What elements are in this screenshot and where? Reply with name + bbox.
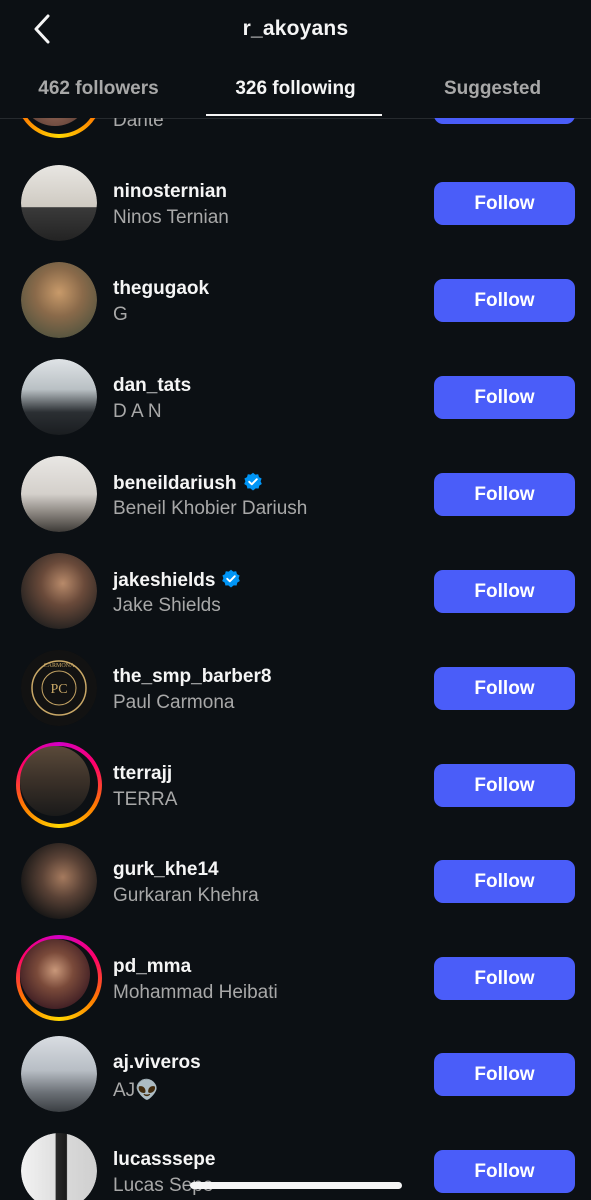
svg-text:CARMONA: CARMONA	[44, 663, 75, 669]
username-row: beneildariush	[113, 472, 263, 495]
username[interactable]: thegugaok	[113, 278, 209, 300]
follow-button[interactable]: Follow	[434, 279, 575, 322]
follow-button[interactable]: Follow	[434, 1150, 575, 1193]
full-name: Dante	[113, 118, 164, 131]
avatar[interactable]	[16, 935, 102, 1021]
list-item[interactable]: PC CARMONA the_smp_barber8 Paul Carmona …	[0, 650, 591, 746]
username[interactable]: aj.viveros	[113, 1052, 201, 1074]
username[interactable]: dan_tats	[113, 375, 191, 397]
list-item[interactable]: thegugaok G Follow	[0, 262, 591, 358]
list-item[interactable]: beneildariush Beneil Khobier Dariush Fol…	[0, 456, 591, 552]
username[interactable]: gurk_khe14	[113, 859, 219, 881]
full-name: Beneil Khobier Dariush	[113, 498, 308, 519]
active-tab-indicator	[206, 114, 382, 116]
avatar[interactable]	[21, 843, 97, 919]
verified-badge-icon	[222, 569, 241, 588]
username[interactable]: the_smp_barber8	[113, 666, 271, 688]
follow-button[interactable]: Follow	[434, 667, 575, 710]
tab-followers[interactable]: 462 followers	[0, 66, 197, 114]
list-item[interactable]: Dante Follow	[0, 118, 591, 148]
top-bar: r_akoyans	[0, 0, 591, 60]
follow-button[interactable]: Follow	[434, 118, 575, 124]
list-item[interactable]: aj.viveros AJ👽 Follow	[0, 1036, 591, 1132]
avatar[interactable]	[21, 1036, 97, 1112]
list-item[interactable]: jakeshields Jake Shields Follow	[0, 553, 591, 649]
follow-button[interactable]: Follow	[434, 473, 575, 516]
username[interactable]: tterrajj	[113, 763, 172, 785]
follow-button[interactable]: Follow	[434, 570, 575, 613]
username-row: jakeshields	[113, 569, 241, 592]
full-name: G	[113, 304, 128, 325]
username[interactable]: ninosternian	[113, 181, 227, 203]
full-name: Gurkaran Khehra	[113, 885, 259, 906]
home-indicator[interactable]	[190, 1182, 402, 1189]
full-name: D A N	[113, 401, 162, 422]
full-name: TERRA	[113, 789, 178, 810]
following-list[interactable]: Dante Follow ninosternian Ninos Ternian …	[0, 118, 591, 1200]
list-item[interactable]: ninosternian Ninos Ternian Follow	[0, 165, 591, 261]
username[interactable]: pd_mma	[113, 956, 191, 978]
avatar[interactable]	[16, 742, 102, 828]
avatar[interactable]	[21, 262, 97, 338]
avatar[interactable]	[21, 456, 97, 532]
username[interactable]: beneildariush	[113, 473, 237, 494]
list-item[interactable]: pd_mma Mohammad Heibati Follow	[0, 935, 591, 1031]
svg-text:PC: PC	[50, 682, 67, 697]
list-item[interactable]: dan_tats D A N Follow	[0, 359, 591, 455]
follow-button[interactable]: Follow	[434, 1053, 575, 1096]
follow-button[interactable]: Follow	[434, 957, 575, 1000]
avatar[interactable]: PC CARMONA	[21, 650, 97, 726]
username[interactable]: lucasssepe	[113, 1149, 215, 1171]
follow-button[interactable]: Follow	[434, 860, 575, 903]
full-name: Ninos Ternian	[113, 207, 229, 228]
avatar[interactable]	[21, 1133, 97, 1200]
tab-following[interactable]: 326 following	[197, 66, 394, 114]
follow-button[interactable]: Follow	[434, 182, 575, 225]
list-item[interactable]: lucasssepe Lucas Sepe Follow	[0, 1133, 591, 1200]
barber-logo-image: PC CARMONA	[21, 650, 97, 726]
profile-username-title: r_akoyans	[242, 17, 349, 40]
avatar[interactable]	[21, 553, 97, 629]
avatar[interactable]	[21, 165, 97, 241]
username[interactable]: jakeshields	[113, 570, 215, 591]
avatar[interactable]	[21, 359, 97, 435]
full-name: Jake Shields	[113, 595, 221, 616]
verified-badge-icon	[243, 472, 262, 491]
tab-suggested[interactable]: Suggested	[394, 66, 591, 114]
follow-button[interactable]: Follow	[434, 764, 575, 807]
avatar[interactable]	[16, 118, 102, 138]
full-name: Mohammad Heibati	[113, 982, 278, 1003]
follow-button[interactable]: Follow	[434, 376, 575, 419]
full-name: Paul Carmona	[113, 692, 235, 713]
full-name: AJ👽	[113, 1080, 159, 1101]
tab-bar: 462 followers 326 following Suggested	[0, 66, 591, 119]
list-item[interactable]: tterrajj TERRA Follow	[0, 742, 591, 838]
list-item[interactable]: gurk_khe14 Gurkaran Khehra Follow	[0, 843, 591, 939]
